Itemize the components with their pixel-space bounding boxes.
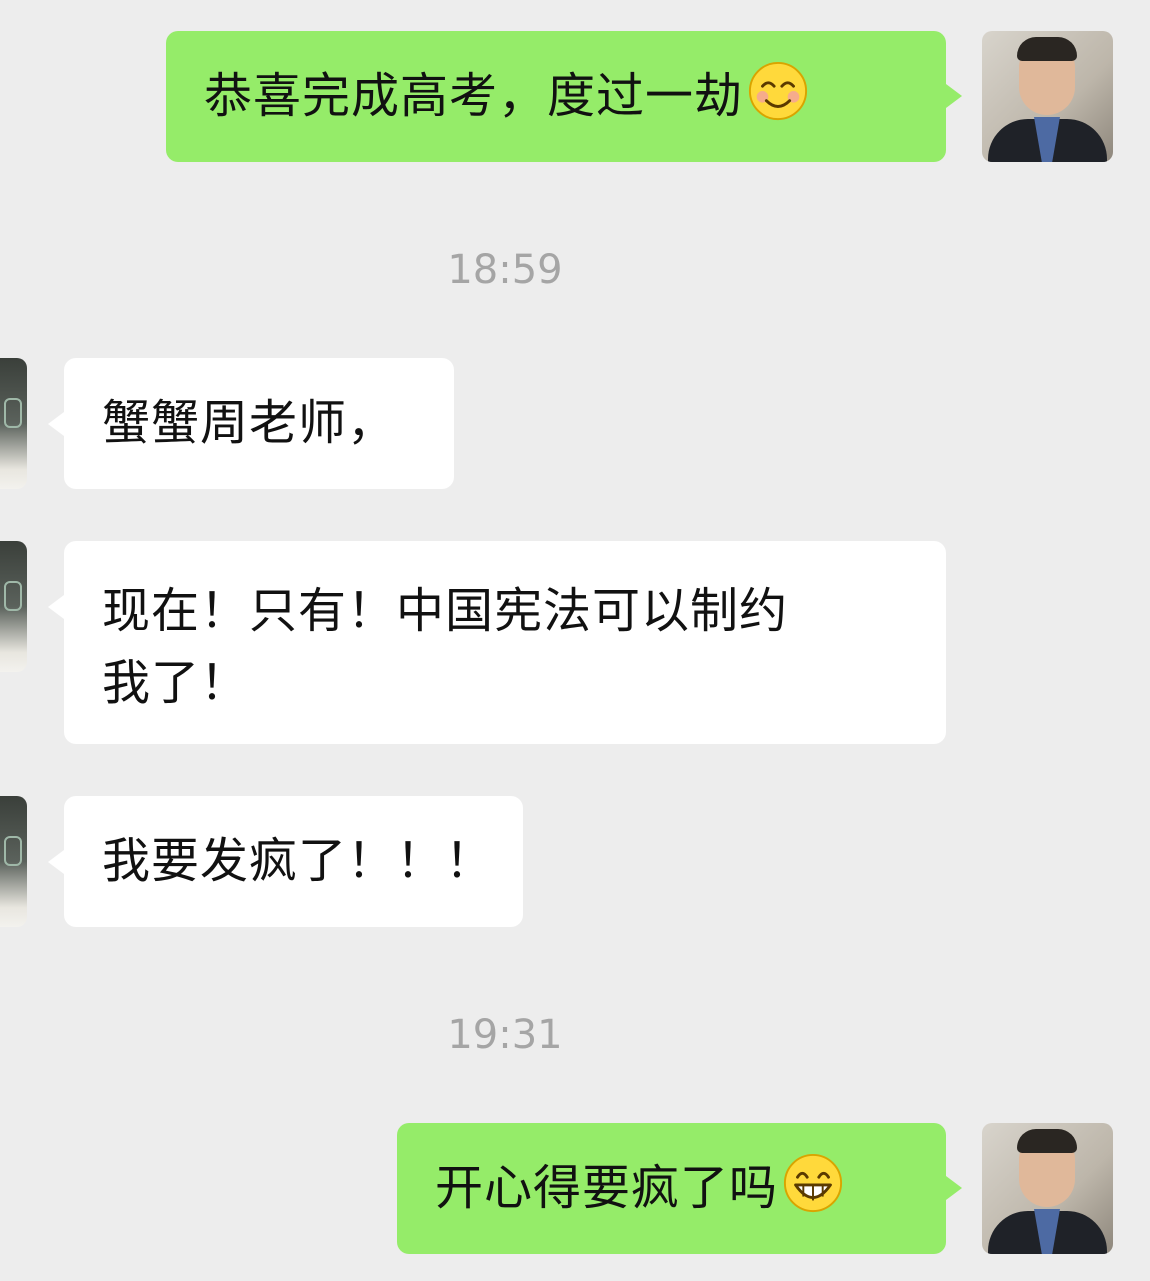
message-bubble[interactable]: 蟹蟹周老师， (64, 358, 454, 489)
smiling-face-icon (748, 61, 808, 121)
bubble-tail (946, 1176, 962, 1200)
avatar[interactable] (0, 796, 27, 927)
bubble-tail (48, 412, 64, 436)
avatar[interactable] (982, 1123, 1113, 1254)
message-text: 开心得要疯了吗 (435, 1160, 779, 1216)
message-bubble[interactable]: 恭喜完成高考，度过一劫 (166, 31, 946, 162)
timestamp: 18:59 (447, 247, 563, 293)
message-text-line-1: 现在！只有！中国宪法可以制约 (102, 583, 789, 639)
avatar[interactable] (0, 541, 27, 672)
message-text: 我要发疯了！！！ (102, 833, 495, 889)
message-row-sent: 恭喜完成高考，度过一劫 (0, 0, 1150, 200)
avatar[interactable] (982, 31, 1113, 162)
message-bubble[interactable]: 开心得要疯了吗 (397, 1123, 946, 1254)
bubble-tail (48, 850, 64, 874)
bubble-tail (48, 595, 64, 619)
bubble-tail (946, 84, 962, 108)
timestamp: 19:31 (447, 1012, 563, 1058)
avatar[interactable] (0, 358, 27, 489)
message-text: 蟹蟹周老师， (102, 395, 397, 451)
grinning-face-icon (783, 1153, 843, 1213)
message-text-line-2: 我了！ (102, 655, 250, 711)
message-bubble[interactable]: 现在！只有！中国宪法可以制约 我了！ (64, 541, 946, 744)
message-bubble[interactable]: 我要发疯了！！！ (64, 796, 523, 927)
message-text: 恭喜完成高考，度过一劫 (204, 68, 744, 124)
